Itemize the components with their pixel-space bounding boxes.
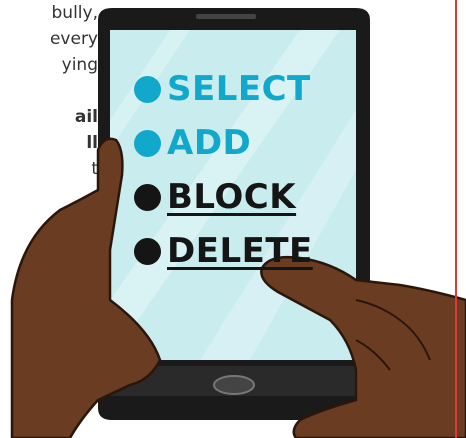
menu-item-add[interactable]: ADD (134, 116, 313, 170)
menu-item-label: SELECT (167, 69, 311, 109)
speaker-icon (196, 14, 256, 19)
bullet-icon (134, 183, 161, 211)
menu-item-label: BLOCK (167, 177, 297, 217)
menu-item-block[interactable]: BLOCK (134, 170, 313, 224)
menu-item-label: DELETE (167, 231, 313, 271)
page-border (455, 0, 457, 438)
bullet-icon (134, 237, 161, 265)
menu-item-delete[interactable]: DELETE (134, 224, 313, 278)
bullet-icon (134, 75, 161, 103)
phone-menu: SELECT ADD BLOCK DELETE (134, 62, 313, 278)
home-button-icon (213, 375, 255, 395)
menu-item-label: ADD (167, 123, 252, 163)
bullet-icon (134, 129, 161, 157)
menu-item-select[interactable]: SELECT (134, 62, 313, 116)
